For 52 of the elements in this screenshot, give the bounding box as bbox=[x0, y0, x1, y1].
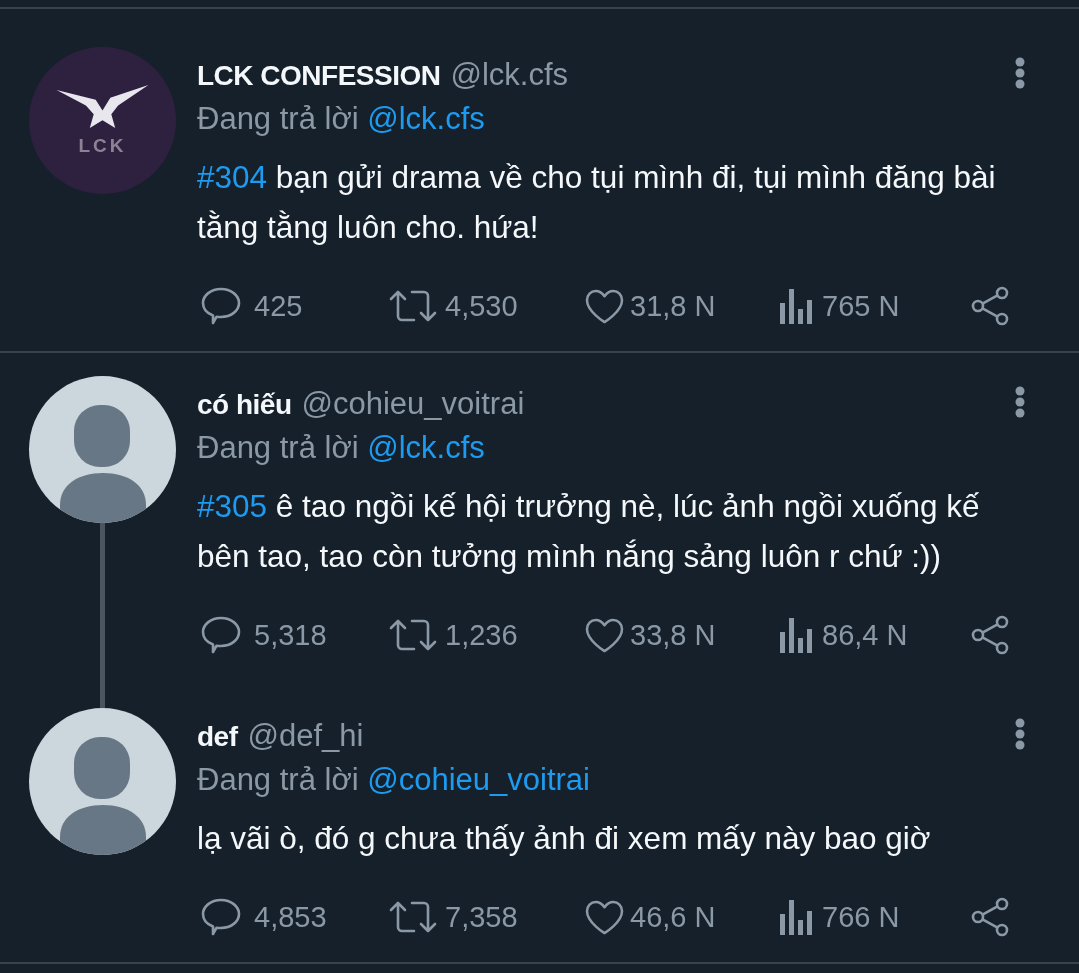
like-button[interactable]: 46,6 N bbox=[585, 897, 716, 937]
user-handle[interactable]: @cohieu_voitrai bbox=[301, 384, 525, 424]
retweet-button[interactable]: 1,236 bbox=[389, 615, 518, 655]
wing-logo-icon bbox=[56, 85, 149, 128]
reply-context: Đang trả lời @lck.cfs bbox=[197, 100, 486, 138]
hashtag-link[interactable]: #305 bbox=[197, 488, 268, 524]
tweet-text: lạ vãi ò, đó g chưa thấy ảnh đi xem mấy này bao giờ bbox=[197, 819, 932, 858]
share-icon[interactable] bbox=[970, 897, 1010, 937]
heart-icon bbox=[585, 899, 624, 935]
share-icon[interactable] bbox=[970, 615, 1010, 655]
bar-chart-icon bbox=[780, 288, 813, 324]
like-button[interactable]: 31,8 N bbox=[585, 286, 716, 326]
person-silhouette-icon bbox=[59, 737, 146, 855]
tweet-text: #305 ê tao ngồi kế hội trưởng nè, lúc ảnh ngồi xuống kế bên tao, tao còn tưởng mình nắng sảng luôn r chứ :)) bbox=[197, 487, 981, 576]
comment-icon bbox=[201, 897, 241, 937]
person-silhouette-icon bbox=[59, 405, 146, 523]
views-button[interactable]: 86,4 N bbox=[780, 615, 908, 655]
like-button[interactable]: 33,8 N bbox=[585, 615, 716, 655]
mention-link[interactable]: @cohieu_voitrai bbox=[367, 762, 590, 797]
logo-text: LCK bbox=[78, 136, 127, 156]
heart-icon bbox=[585, 617, 624, 653]
mention-link[interactable]: @lck.cfs bbox=[367, 430, 485, 465]
retweet-button[interactable]: 4,530 bbox=[389, 286, 518, 326]
reply-button[interactable]: 4,853 bbox=[201, 897, 327, 937]
comment-icon bbox=[201, 615, 241, 655]
display-name[interactable]: LCK CONFESSION bbox=[197, 56, 441, 96]
more-options-icon[interactable] bbox=[1015, 718, 1025, 750]
heart-icon bbox=[585, 288, 624, 324]
retweet-icon bbox=[389, 900, 437, 934]
display-name[interactable]: có hiếu bbox=[197, 385, 292, 425]
retweet-icon bbox=[389, 618, 437, 652]
profile-avatar[interactable]: LCK bbox=[29, 47, 176, 194]
display-name[interactable]: def bbox=[197, 717, 238, 757]
more-options-icon[interactable] bbox=[1015, 57, 1025, 89]
hashtag-link[interactable]: #304 bbox=[197, 159, 268, 195]
reply-button[interactable]: 425 bbox=[201, 286, 303, 326]
more-options-icon[interactable] bbox=[1015, 386, 1025, 418]
user-handle[interactable]: @def_hi bbox=[247, 716, 364, 756]
reply-context: Đang trả lời @lck.cfs bbox=[197, 429, 486, 467]
views-button[interactable]: 766 N bbox=[780, 897, 900, 937]
tweet-text: #304 bạn gửi drama về cho tụi mình đi, tụi mình đăng bài tằng tằng luôn cho. hứa! bbox=[197, 158, 997, 247]
reply-button[interactable]: 5,318 bbox=[201, 615, 327, 655]
mention-link[interactable]: @lck.cfs bbox=[367, 101, 485, 136]
bar-chart-icon bbox=[780, 899, 813, 935]
comment-icon bbox=[201, 286, 241, 326]
retweet-icon bbox=[389, 289, 437, 323]
share-icon[interactable] bbox=[970, 286, 1010, 326]
views-button[interactable]: 765 N bbox=[780, 286, 900, 326]
reply-context: Đang trả lời @cohieu_voitrai bbox=[197, 761, 591, 799]
user-handle[interactable]: @lck.cfs bbox=[450, 55, 569, 95]
bar-chart-icon bbox=[780, 617, 813, 653]
retweet-button[interactable]: 7,358 bbox=[389, 897, 518, 937]
